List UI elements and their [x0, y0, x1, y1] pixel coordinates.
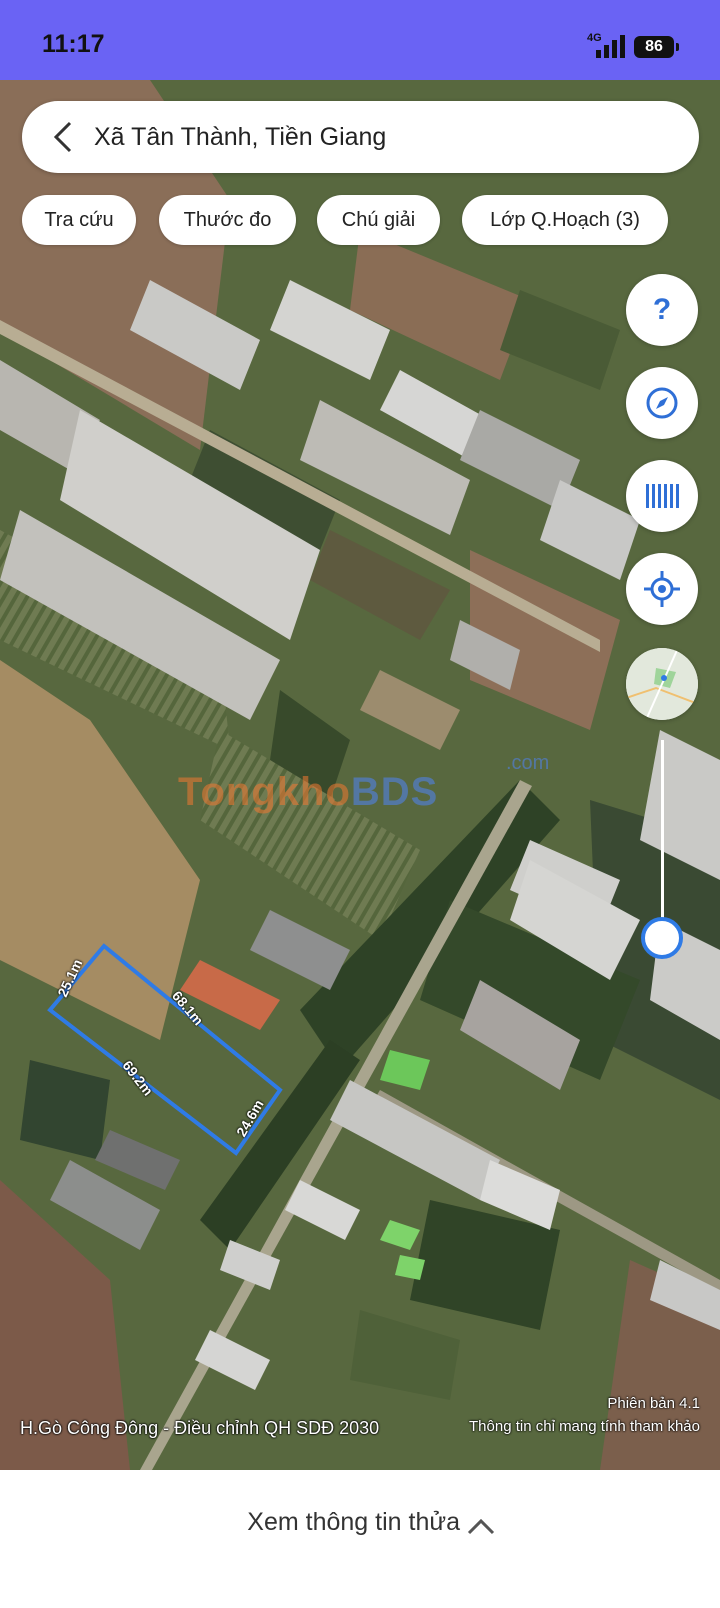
barcode-icon: [646, 484, 679, 508]
search-bar[interactable]: Xã Tân Thành, Tiền Giang: [22, 101, 699, 173]
parcel-info-sheet[interactable]: Xem thông tin thửa: [0, 1470, 720, 1608]
battery-icon: 86: [634, 36, 679, 58]
opacity-slider-track[interactable]: [661, 740, 664, 937]
chevron-left-icon[interactable]: [44, 117, 84, 157]
watermark-brand-a: Tongkho: [178, 770, 351, 814]
map-layer-source: H.Gò Công Đông - Điều chỉnh QH SDĐ 2030: [20, 1418, 380, 1438]
status-bar: 11:17 4G 86: [0, 0, 720, 80]
map-version: Phiên bản 4.1: [607, 1395, 700, 1412]
chip-chu-giai[interactable]: Chú giải: [317, 195, 440, 245]
search-location[interactable]: Xã Tân Thành, Tiền Giang: [94, 123, 386, 152]
watermark-brand-b: BDS: [350, 770, 439, 814]
compass-button[interactable]: [626, 367, 698, 439]
minimap-thumbnail[interactable]: [626, 648, 698, 720]
chip-tra-cuu[interactable]: Tra cứu: [22, 195, 136, 245]
compass-icon: [646, 387, 678, 419]
locate-icon: [644, 571, 680, 607]
chip-thuoc-do[interactable]: Thước đo: [159, 195, 296, 245]
minimap-icon: [626, 648, 698, 720]
watermark: TongkhoBDS: [178, 770, 438, 815]
status-time: 11:17: [42, 30, 105, 58]
watermark-suffix: .com: [506, 752, 550, 774]
barcode-button[interactable]: [626, 460, 698, 532]
help-icon: ?: [652, 293, 672, 326]
opacity-slider-knob[interactable]: [641, 917, 683, 959]
map-disclaimer: Thông tin chỉ mang tính tham khảo: [469, 1418, 700, 1435]
parcel-info-label[interactable]: Xem thông tin thửa: [0, 1508, 640, 1537]
chip-lop-quy-hoach[interactable]: Lớp Q.Hoạch (3): [462, 195, 668, 245]
chevron-up-icon[interactable]: [466, 1516, 496, 1536]
locate-button[interactable]: [626, 553, 698, 625]
signal-icon: [596, 35, 625, 58]
help-button[interactable]: ?: [626, 274, 698, 346]
map-view[interactable]: 25.1m 68.1m 69.2m 24.6m TongkhoBDS .com: [0, 80, 720, 1470]
